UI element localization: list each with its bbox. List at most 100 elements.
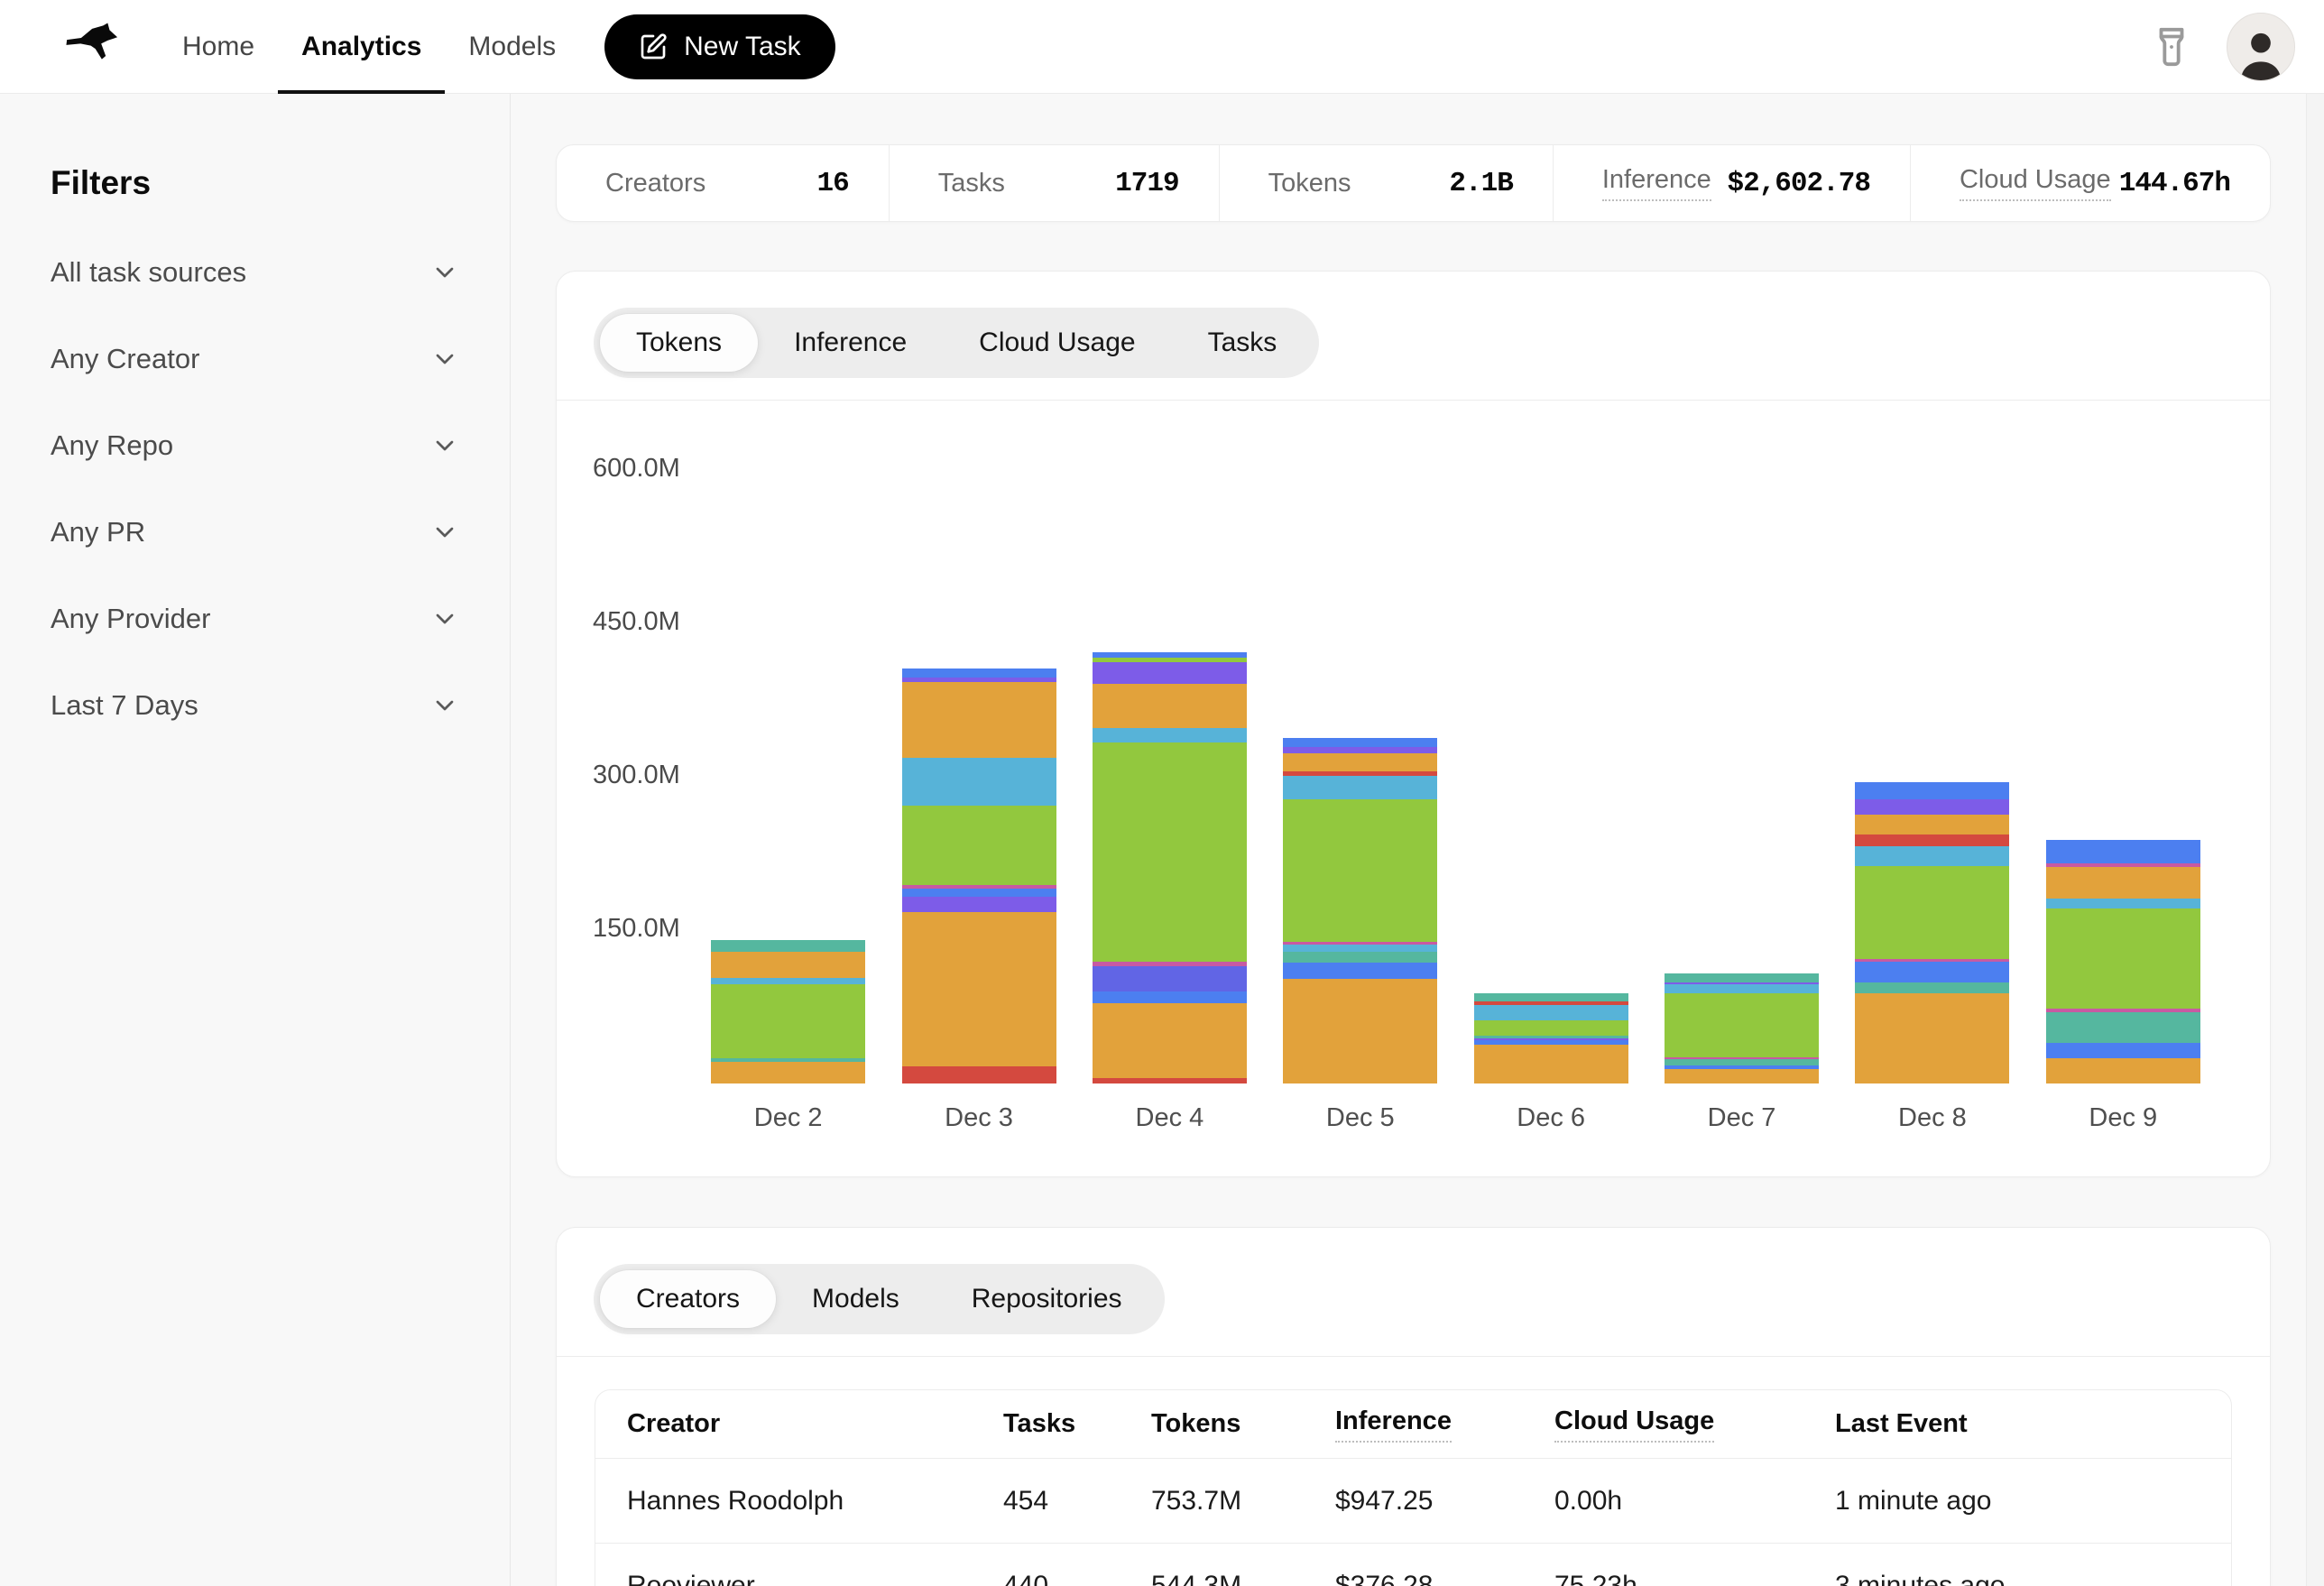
filter-all-task-sources[interactable]: All task sources xyxy=(51,229,459,316)
chart-tab-tokens[interactable]: Tokens xyxy=(600,314,758,372)
flashlight-icon xyxy=(2151,26,2192,68)
bar-segment-teal[interactable] xyxy=(1665,1059,1819,1065)
bar-segment-skyblue[interactable] xyxy=(902,758,1056,806)
bar-segment-green[interactable] xyxy=(1283,799,1437,941)
column-header-tasks: Tasks xyxy=(1003,1409,1151,1439)
bar-segment-teal[interactable] xyxy=(1855,982,2009,993)
bar-segment-green[interactable] xyxy=(902,806,1056,885)
bar-segment-blue[interactable] xyxy=(2046,1043,2200,1058)
filter-any-repo[interactable]: Any Repo xyxy=(51,402,459,489)
bar-segment-green[interactable] xyxy=(2046,908,2200,1009)
kangaroo-logo[interactable] xyxy=(56,15,134,78)
stat-label[interactable]: Inference xyxy=(1602,165,1711,201)
bar-segment-orange[interactable] xyxy=(1665,1069,1819,1083)
bar-segment-blue[interactable] xyxy=(902,669,1056,678)
bar-segment-green[interactable] xyxy=(711,984,865,1058)
bar-segment-indigo[interactable] xyxy=(1093,966,1247,991)
bar-segment-skyblue[interactable] xyxy=(1093,728,1247,742)
bar-segment-red[interactable] xyxy=(1855,834,2009,847)
bar-slot xyxy=(1837,401,2027,1083)
table-row-hannes-roodolph[interactable]: Hannes Roodolph454753.7M$947.250.00h1 mi… xyxy=(595,1459,2231,1544)
column-header-cloud-usage[interactable]: Cloud Usage xyxy=(1554,1406,1835,1443)
table-tab-creators[interactable]: Creators xyxy=(600,1270,776,1328)
bar-segment-orange[interactable] xyxy=(902,912,1056,1066)
bar-segment-skyblue[interactable] xyxy=(2046,899,2200,908)
bar-segment-orange[interactable] xyxy=(2046,1058,2200,1083)
bar-segment-orange[interactable] xyxy=(2046,867,2200,899)
chart-tab-tasks[interactable]: Tasks xyxy=(1172,314,1314,372)
bar-segment-blue[interactable] xyxy=(1855,962,2009,982)
y-axis-label: 150.0M xyxy=(593,914,680,944)
chevron-down-icon xyxy=(430,431,459,460)
nav-link-home[interactable]: Home xyxy=(159,0,278,93)
bar-segment-violet[interactable] xyxy=(1093,662,1247,684)
bar-segment-orange[interactable] xyxy=(1283,979,1437,1083)
bar-segment-blue[interactable] xyxy=(1283,963,1437,979)
x-axis-label: Dec 3 xyxy=(883,1103,1074,1133)
filter-any-provider[interactable]: Any Provider xyxy=(51,576,459,662)
table-tab-repositories[interactable]: Repositories xyxy=(936,1270,1158,1328)
bar-slot xyxy=(883,401,1074,1083)
chart-tab-inference[interactable]: Inference xyxy=(758,314,943,372)
bar-segment-blue[interactable] xyxy=(1093,991,1247,1002)
bar-segment-teal[interactable] xyxy=(1474,993,1628,1001)
bar-segment-blue[interactable] xyxy=(902,889,1056,897)
new-task-button[interactable]: New Task xyxy=(604,14,835,79)
bar-segment-blue[interactable] xyxy=(1855,782,2009,799)
bar-segment-orange[interactable] xyxy=(1093,1003,1247,1079)
bar-segment-teal[interactable] xyxy=(711,940,865,951)
bar-segment-green[interactable] xyxy=(1093,742,1247,963)
page-scrollbar[interactable] xyxy=(2306,94,2324,1586)
bar-segment-skyblue[interactable] xyxy=(1283,945,1437,952)
bar-segment-blue[interactable] xyxy=(2046,840,2200,863)
table-row-rooviewer[interactable]: Rooviewer440544.3M$376.2875.23h3 minutes… xyxy=(595,1544,2231,1586)
bar-segment-orange[interactable] xyxy=(1283,753,1437,771)
column-header-inference[interactable]: Inference xyxy=(1335,1406,1554,1443)
bar-segment-orange[interactable] xyxy=(1855,993,2009,1083)
cell-tasks: 440 xyxy=(1003,1571,1151,1586)
chevron-down-icon xyxy=(430,258,459,287)
filter-list: All task sourcesAny CreatorAny Repo Any P… xyxy=(51,229,459,749)
nav-link-models[interactable]: Models xyxy=(445,0,579,93)
table-tab-models[interactable]: Models xyxy=(776,1270,936,1328)
bar-segment-orange[interactable] xyxy=(1093,684,1247,728)
bar-segment-teal[interactable] xyxy=(1283,952,1437,963)
x-axis-label: Dec 7 xyxy=(1646,1103,1837,1133)
bar-segment-orange[interactable] xyxy=(902,682,1056,758)
bar-segment-orange[interactable] xyxy=(1855,815,2009,834)
bar-segment-green[interactable] xyxy=(1665,993,1819,1056)
bar-segment-skyblue[interactable] xyxy=(1474,1005,1628,1020)
bar-segment-violet[interactable] xyxy=(1283,747,1437,753)
bar-segment-orange[interactable] xyxy=(711,1062,865,1083)
bar-slot xyxy=(1646,401,1837,1083)
bar-segment-blue[interactable] xyxy=(1283,738,1437,747)
bar-segment-green[interactable] xyxy=(1474,1020,1628,1036)
stat-label[interactable]: Cloud Usage xyxy=(1960,165,2111,201)
chevron-down-icon xyxy=(430,518,459,547)
bar-segment-orange[interactable] xyxy=(711,952,865,978)
filter-any-pr[interactable]: Any PR xyxy=(51,489,459,576)
navbar: HomeAnalyticsModels New Task xyxy=(0,0,2324,94)
filter-last-7-days[interactable]: Last 7 Days xyxy=(51,662,459,749)
chart-tab-cloud-usage[interactable]: Cloud Usage xyxy=(943,314,1171,372)
bar-slot xyxy=(1456,401,1646,1083)
filter-any-creator[interactable]: Any Creator xyxy=(51,316,459,402)
filter-label: Any PR xyxy=(51,516,145,549)
bar-segment-green[interactable] xyxy=(1855,866,2009,959)
bar-segment-skyblue[interactable] xyxy=(711,978,865,984)
bar-segment-orange[interactable] xyxy=(1474,1045,1628,1083)
bar-segment-teal[interactable] xyxy=(2046,1012,2200,1043)
bar-segment-red[interactable] xyxy=(902,1066,1056,1083)
bar-segment-skyblue[interactable] xyxy=(1665,984,1819,993)
bar-segment-red[interactable] xyxy=(1093,1078,1247,1083)
bar-segment-violet[interactable] xyxy=(1855,799,2009,815)
nav-link-analytics[interactable]: Analytics xyxy=(278,0,445,93)
user-avatar[interactable] xyxy=(2227,13,2295,81)
bar-segment-skyblue[interactable] xyxy=(1283,776,1437,799)
bar-segment-teal[interactable] xyxy=(1665,973,1819,982)
square-pen-icon xyxy=(639,32,668,61)
bar-segment-skyblue[interactable] xyxy=(1855,846,2009,866)
flashlight-button[interactable] xyxy=(2151,26,2192,68)
cell-inference: $376.28 xyxy=(1335,1571,1554,1586)
bar-segment-violet[interactable] xyxy=(902,897,1056,912)
